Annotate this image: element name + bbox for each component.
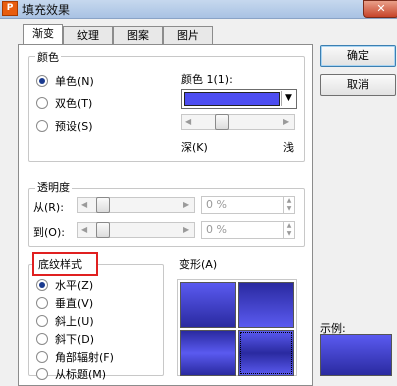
to-left-arrow-icon: ◀	[81, 225, 88, 234]
to-slider[interactable]: ◀ ▶	[77, 222, 195, 238]
from-label: 从(R):	[33, 201, 64, 214]
label-diagonal-down: 斜下(D)	[55, 333, 95, 346]
variant-4[interactable]	[238, 330, 294, 376]
transparency-group-title: 透明度	[35, 179, 72, 195]
from-spinbox[interactable]: 0 % ▲ ▼	[201, 196, 295, 214]
from-right-arrow-icon: ▶	[183, 200, 190, 209]
variant-2[interactable]	[238, 282, 294, 328]
tab-gradient[interactable]: 渐变	[23, 24, 63, 45]
to-label: 到(O):	[33, 226, 65, 239]
to-spinbox[interactable]: 0 % ▲ ▼	[201, 221, 295, 239]
to-value: 0 %	[206, 223, 227, 236]
slider-left-arrow-icon: ◀	[185, 117, 192, 126]
label-two-colors: 双色(T)	[55, 97, 93, 110]
to-spin-arrows-icon[interactable]: ▲ ▼	[283, 222, 294, 238]
color1-dropdown[interactable]: ▼	[181, 89, 297, 109]
slider-right-arrow-icon: ▶	[283, 117, 290, 126]
radio-diagonal-down[interactable]	[36, 333, 48, 345]
from-left-arrow-icon: ◀	[81, 200, 88, 209]
label-preset: 预设(S)	[55, 120, 93, 133]
radio-preset[interactable]	[36, 120, 48, 132]
label-vertical: 垂直(V)	[55, 297, 94, 310]
from-slider[interactable]: ◀ ▶	[77, 197, 195, 213]
label-from-corner: 角部辐射(F)	[55, 351, 114, 364]
dark-label: 深(K)	[181, 141, 208, 154]
shading-styles-title: 底纹样式	[38, 258, 82, 271]
tab-texture[interactable]: 纹理	[63, 26, 113, 45]
colors-group-title: 颜色	[35, 49, 61, 65]
radio-from-title[interactable]	[36, 368, 48, 380]
app-icon: P	[2, 1, 18, 16]
from-slider-thumb[interactable]	[96, 197, 110, 213]
color1-label: 颜色 1(1):	[181, 73, 233, 86]
close-button[interactable]: ✕	[363, 0, 397, 18]
cancel-button[interactable]: 取消	[320, 74, 396, 96]
radio-single-color[interactable]	[36, 75, 48, 87]
radio-two-colors[interactable]	[36, 97, 48, 109]
tab-picture[interactable]: 图片	[163, 26, 213, 45]
from-spin-arrows-icon[interactable]: ▲ ▼	[283, 197, 294, 213]
sample-preview	[320, 334, 392, 376]
variant-1[interactable]	[180, 282, 236, 328]
ok-button[interactable]: 确定	[320, 45, 396, 67]
color1-swatch	[184, 92, 280, 106]
radio-horizontal[interactable]	[36, 279, 48, 291]
window-title: 填充效果	[22, 3, 71, 17]
light-label: 浅	[283, 141, 294, 154]
from-value: 0 %	[206, 198, 227, 211]
shade-slider[interactable]: ◀ ▶	[181, 114, 295, 130]
to-right-arrow-icon: ▶	[183, 225, 190, 234]
radio-diagonal-up[interactable]	[36, 315, 48, 327]
label-diagonal-up: 斜上(U)	[55, 315, 94, 328]
variants-title: 变形(A)	[179, 258, 218, 271]
shade-slider-thumb[interactable]	[215, 114, 229, 130]
chevron-down-icon: ▼	[281, 91, 295, 106]
tab-pattern[interactable]: 图案	[113, 26, 163, 45]
label-horizontal: 水平(Z)	[55, 279, 94, 292]
radio-from-corner[interactable]	[36, 351, 48, 363]
label-single-color: 单色(N)	[55, 75, 94, 88]
variant-3[interactable]	[180, 330, 236, 376]
label-from-title: 从标题(M)	[55, 368, 107, 381]
radio-vertical[interactable]	[36, 297, 48, 309]
to-slider-thumb[interactable]	[96, 222, 110, 238]
